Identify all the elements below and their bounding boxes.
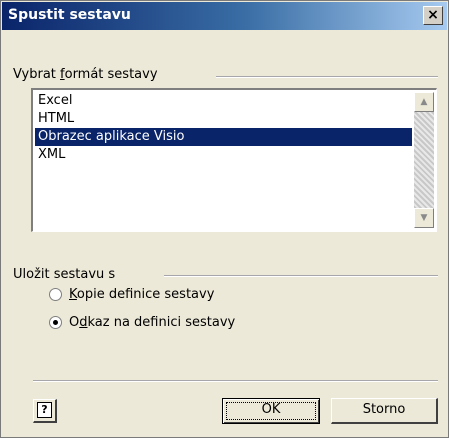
radio-label: Odkaz na definici sestavy	[69, 314, 236, 330]
scroll-down-icon: ▼	[420, 213, 428, 223]
cancel-label: Storno	[362, 402, 406, 417]
close-icon: ×	[427, 7, 439, 23]
save-group-divider	[164, 275, 438, 277]
dialog-title: Spustit sestavu	[8, 7, 131, 23]
run-report-dialog: Spustit sestavu × Vybrat formát sestavy …	[0, 0, 449, 438]
ok-button[interactable]: OK	[222, 398, 320, 424]
cancel-button[interactable]: Storno	[331, 398, 438, 424]
scroll-down-button[interactable]: ▼	[414, 208, 434, 228]
list-item[interactable]: Excel	[35, 92, 412, 110]
radio-button-checked[interactable]	[49, 315, 62, 329]
radio-copy-definition[interactable]: Kopie definice sestavy	[49, 284, 214, 304]
listbox-scrollbar[interactable]: ▲ ▼	[414, 92, 434, 228]
format-list: Excel HTML Obrazec aplikace Visio XML	[35, 92, 412, 164]
format-group-label: Vybrat formát sestavy	[13, 67, 158, 82]
list-item-selected[interactable]: Obrazec aplikace Visio	[35, 128, 412, 146]
format-group-divider	[216, 76, 438, 78]
help-button[interactable]: ?	[33, 399, 57, 423]
scroll-up-button[interactable]: ▲	[414, 92, 434, 112]
format-listbox[interactable]: Excel HTML Obrazec aplikace Visio XML ▲ …	[31, 88, 437, 232]
title-bar[interactable]: Spustit sestavu ×	[2, 2, 447, 30]
footer-divider	[33, 380, 438, 382]
scroll-up-icon: ▲	[420, 97, 428, 107]
radio-label: Kopie definice sestavy	[69, 286, 215, 302]
help-icon: ?	[37, 402, 52, 418]
save-group-label: Uložit sestavu s	[13, 267, 116, 282]
close-button[interactable]: ×	[423, 6, 443, 25]
radio-link-definition[interactable]: Odkaz na definici sestavy	[49, 312, 235, 332]
list-item[interactable]: HTML	[35, 110, 412, 128]
radio-button[interactable]	[49, 287, 62, 301]
list-item[interactable]: XML	[35, 146, 412, 164]
focus-rect	[226, 402, 316, 420]
